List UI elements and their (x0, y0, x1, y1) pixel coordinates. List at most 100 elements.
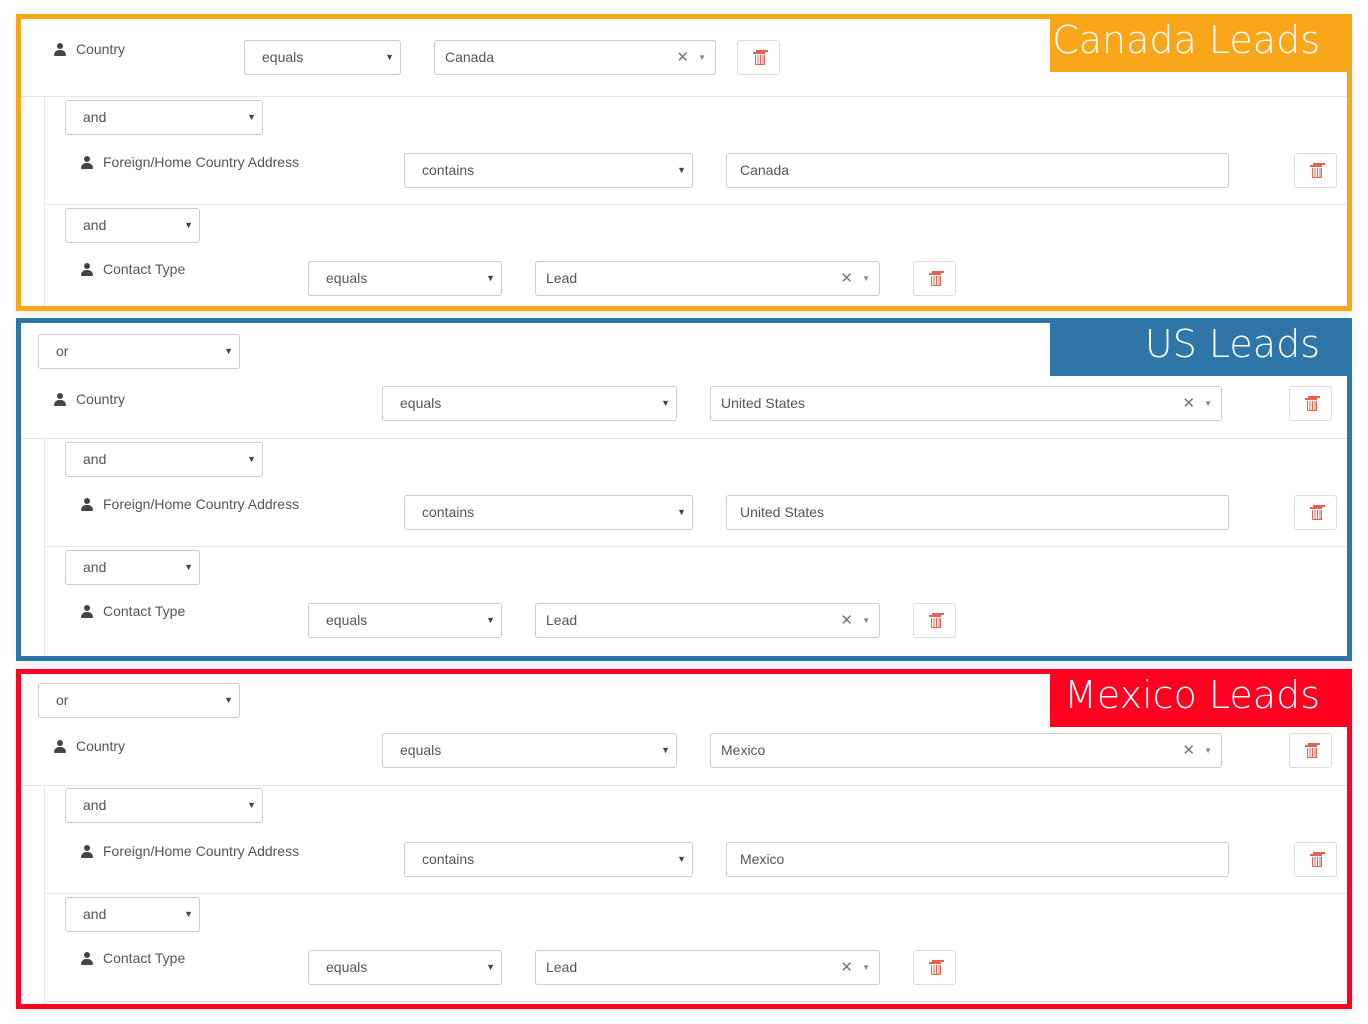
user-icon (54, 392, 66, 406)
user-icon (81, 262, 93, 276)
delete-condition-button[interactable] (1294, 153, 1337, 188)
caret-down-icon: ▼ (661, 398, 670, 408)
condition-row-country: or ▼ Country equals ▼ United States ✕ ▼ (21, 323, 1347, 439)
caret-down-icon: ▼ (862, 616, 870, 625)
operator-select[interactable]: equals ▼ (308, 950, 502, 985)
clear-icon[interactable]: ✕ (840, 604, 853, 637)
caret-down-icon: ▼ (224, 346, 233, 356)
nested-conditions: and ▼ Foreign/Home Country Address conta… (44, 97, 1347, 306)
trash-icon (1309, 853, 1322, 867)
operator-select[interactable]: equals ▼ (382, 386, 677, 421)
trash-icon (1309, 164, 1322, 178)
nested-conditions: and ▼ Foreign/Home Country Address conta… (44, 439, 1347, 656)
user-icon (81, 497, 93, 511)
trash-icon (928, 614, 941, 628)
trash-icon (1309, 506, 1322, 520)
caret-down-icon: ▼ (661, 745, 670, 755)
condition-row-country: Country equals ▼ Canada ✕ ▼ (21, 19, 1347, 97)
filter-group-mexico: Mexico Leads or ▼ Country equals ▼ Mexic… (16, 669, 1352, 1009)
clear-icon[interactable]: ✕ (1182, 387, 1195, 420)
connector-select[interactable]: and ▼ (65, 897, 200, 932)
connector-select[interactable]: and ▼ (65, 100, 263, 135)
value-text-input[interactable]: United States (726, 495, 1229, 530)
group-connector-select[interactable]: or ▼ (38, 334, 240, 369)
operator-select[interactable]: contains ▼ (404, 842, 693, 877)
caret-down-icon: ▼ (247, 800, 256, 810)
caret-down-icon: ▼ (184, 220, 193, 230)
caret-down-icon: ▼ (677, 854, 686, 864)
caret-down-icon: ▼ (184, 909, 193, 919)
field-label-country: Country (54, 41, 125, 57)
condition-row-country: or ▼ Country equals ▼ Mexico ✕ ▼ (21, 674, 1347, 786)
nested-conditions: and ▼ Foreign/Home Country Address conta… (44, 786, 1347, 1004)
caret-down-icon: ▼ (677, 165, 686, 175)
trash-icon (928, 961, 941, 975)
value-chosen-select[interactable]: Lead ✕ ▼ (535, 950, 880, 985)
operator-select[interactable]: contains ▼ (404, 153, 693, 188)
field-label-contact-type: Contact Type (81, 950, 185, 966)
operator-select[interactable]: contains ▼ (404, 495, 693, 530)
field-label-address: Foreign/Home Country Address (81, 496, 299, 512)
group-connector-select[interactable]: or ▼ (38, 683, 240, 718)
operator-select[interactable]: equals ▼ (244, 40, 401, 75)
operator-select[interactable]: equals ▼ (308, 603, 502, 638)
trash-icon (1304, 397, 1317, 411)
caret-down-icon: ▼ (224, 695, 233, 705)
delete-condition-button[interactable] (1294, 495, 1337, 530)
clear-icon[interactable]: ✕ (1182, 734, 1195, 767)
condition-row-address: and ▼ Foreign/Home Country Address conta… (45, 439, 1347, 547)
operator-select[interactable]: equals ▼ (308, 261, 502, 296)
trash-icon (1304, 744, 1317, 758)
caret-down-icon: ▼ (1204, 399, 1212, 408)
filter-group-us: US Leads or ▼ Country equals ▼ United St… (16, 318, 1352, 661)
clear-icon[interactable]: ✕ (676, 41, 689, 74)
value-chosen-select[interactable]: United States ✕ ▼ (710, 386, 1222, 421)
condition-row-address: and ▼ Foreign/Home Country Address conta… (45, 97, 1347, 205)
value-chosen-select[interactable]: Lead ✕ ▼ (535, 603, 880, 638)
caret-down-icon: ▼ (486, 273, 495, 283)
delete-condition-button[interactable] (1294, 842, 1337, 877)
caret-down-icon: ▼ (862, 274, 870, 283)
field-label-country: Country (54, 738, 125, 754)
operator-select[interactable]: equals ▼ (382, 733, 677, 768)
caret-down-icon: ▼ (247, 112, 256, 122)
clear-icon[interactable]: ✕ (840, 951, 853, 984)
delete-condition-button[interactable] (737, 40, 780, 75)
caret-down-icon: ▼ (1204, 746, 1212, 755)
field-label-address: Foreign/Home Country Address (81, 843, 299, 859)
caret-down-icon: ▼ (184, 562, 193, 572)
condition-row-contact-type: and ▼ Contact Type equals ▼ Lead ✕ ▼ (45, 547, 1347, 653)
connector-select[interactable]: and ▼ (65, 208, 200, 243)
value-chosen-select[interactable]: Lead ✕ ▼ (535, 261, 880, 296)
caret-down-icon: ▼ (486, 615, 495, 625)
delete-condition-button[interactable] (1289, 733, 1332, 768)
connector-select[interactable]: and ▼ (65, 442, 263, 477)
caret-down-icon: ▼ (247, 454, 256, 464)
delete-condition-button[interactable] (913, 261, 956, 296)
condition-row-contact-type: and ▼ Contact Type equals ▼ Lead ✕ ▼ (45, 894, 1347, 1002)
caret-down-icon: ▼ (698, 53, 706, 62)
value-text-input[interactable]: Canada (726, 153, 1229, 188)
caret-down-icon: ▼ (385, 52, 394, 62)
field-label-contact-type: Contact Type (81, 261, 185, 277)
caret-down-icon: ▼ (677, 507, 686, 517)
user-icon (81, 951, 93, 965)
connector-select[interactable]: and ▼ (65, 788, 263, 823)
value-text-input[interactable]: Mexico (726, 842, 1229, 877)
delete-condition-button[interactable] (913, 950, 956, 985)
filter-group-canada: Canada Leads Country equals ▼ Canada ✕ ▼… (16, 14, 1352, 311)
condition-row-contact-type: and ▼ Contact Type equals ▼ Lead ✕ ▼ (45, 205, 1347, 311)
caret-down-icon: ▼ (862, 963, 870, 972)
field-label-contact-type: Contact Type (81, 603, 185, 619)
delete-condition-button[interactable] (1289, 386, 1332, 421)
user-icon (81, 604, 93, 618)
field-label-country: Country (54, 391, 125, 407)
connector-select[interactable]: and ▼ (65, 550, 200, 585)
value-chosen-select[interactable]: Canada ✕ ▼ (434, 40, 716, 75)
user-icon (54, 739, 66, 753)
clear-icon[interactable]: ✕ (840, 262, 853, 295)
field-label-address: Foreign/Home Country Address (81, 154, 299, 170)
value-chosen-select[interactable]: Mexico ✕ ▼ (710, 733, 1222, 768)
delete-condition-button[interactable] (913, 603, 956, 638)
trash-icon (928, 272, 941, 286)
